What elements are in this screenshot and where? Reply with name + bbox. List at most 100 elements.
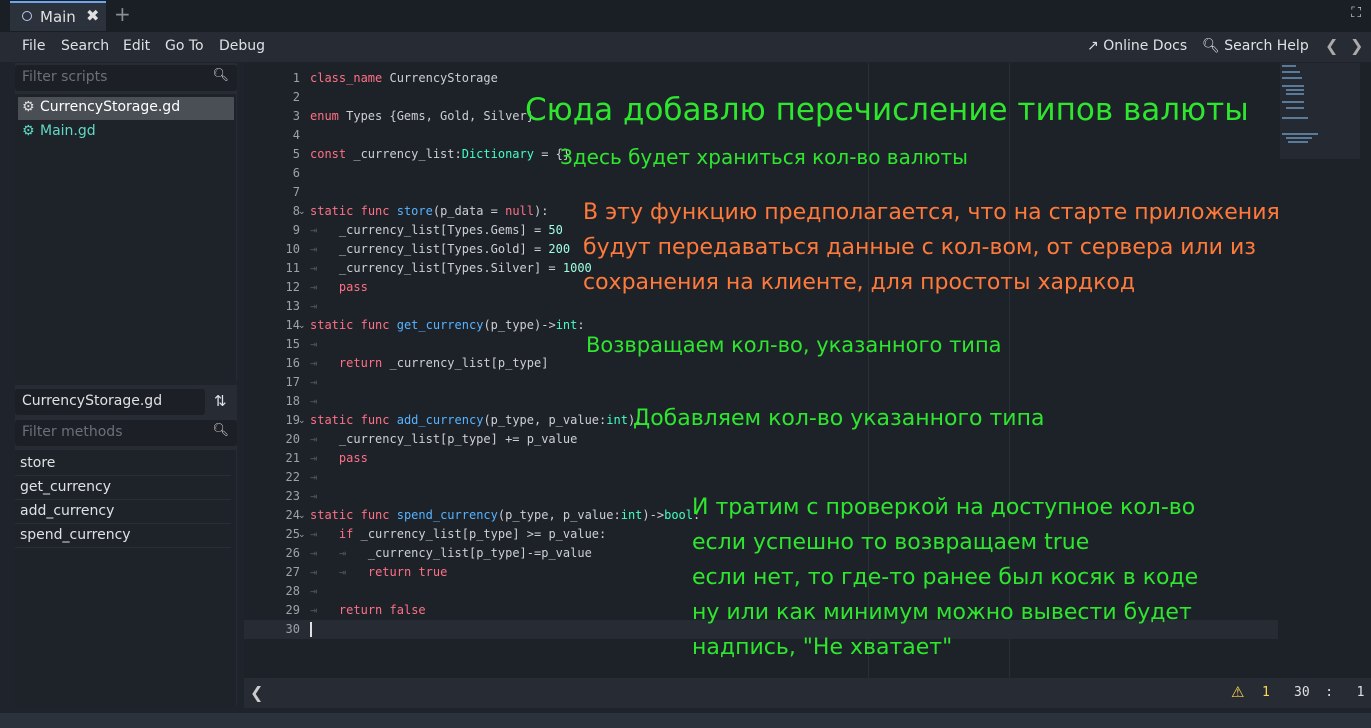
annotation-add-currency: Добавляем кол-во указанного типа — [633, 406, 1045, 431]
fold-arrow-icon[interactable]: ⌄ — [298, 207, 306, 217]
minimap-line — [1286, 93, 1304, 95]
code-line[interactable]: ⇥ — [310, 489, 317, 503]
sort-icon[interactable]: ⇅ — [214, 392, 227, 410]
code-line[interactable]: ⇥ _currency_list[Types.Silver] = 1000 — [310, 261, 592, 275]
minimap-line — [1282, 77, 1302, 79]
history-forward-icon[interactable]: ❯ — [1350, 36, 1363, 55]
line-number: 16 — [285, 356, 300, 370]
line-number: 14 — [285, 318, 300, 332]
menu-debug[interactable]: Debug — [219, 38, 265, 54]
line-number: 8 — [292, 204, 300, 218]
script-item-currencystorage[interactable]: ⚙ CurrencyStorage.gd — [18, 97, 234, 120]
warning-icon[interactable]: ⚠ — [1231, 683, 1244, 701]
code-line[interactable]: ⇥ pass — [310, 451, 368, 465]
fullscreen-icon[interactable]: ⛶ — [1351, 5, 1361, 21]
add-tab-button[interactable]: + — [114, 2, 131, 26]
minimap-line — [1282, 65, 1296, 67]
line-number: 28 — [285, 584, 300, 598]
method-item[interactable]: store — [15, 452, 231, 476]
gear-icon: ⚙ — [22, 123, 35, 139]
method-label: spend_currency — [20, 527, 131, 543]
line-number: 13 — [285, 299, 300, 313]
code-line[interactable]: ⇥ _currency_list[Types.Gems] = 50 — [310, 223, 563, 237]
line-number: 2 — [292, 90, 300, 104]
filter-scripts-placeholder: Filter scripts — [22, 69, 108, 85]
code-line[interactable]: ⇥ return _currency_list[p_type] — [310, 356, 548, 370]
menu-file[interactable]: File — [22, 38, 45, 54]
fold-arrow-icon[interactable]: ⌄ — [298, 530, 306, 540]
code-line[interactable]: ⇥ ⇥ _currency_list[p_type]-=p_value — [310, 546, 592, 560]
code-line[interactable]: static func store(p_data = null): — [310, 204, 548, 218]
tab-bar: Main ✖ + ⛶ — [0, 0, 1371, 32]
tab-main[interactable]: Main ✖ — [10, 1, 106, 31]
line-number: 7 — [292, 185, 300, 199]
method-item[interactable]: spend_currency — [15, 524, 231, 548]
line-number: 6 — [292, 166, 300, 180]
warning-count[interactable]: 1 — [1262, 685, 1270, 700]
current-file-name: CurrencyStorage.gd — [22, 393, 163, 409]
code-line[interactable]: ⇥ ⇥ return true — [310, 565, 447, 579]
toggle-scripts-panel-icon[interactable]: ❮ — [250, 683, 263, 702]
history-back-icon[interactable]: ❮ — [1325, 36, 1338, 55]
script-label: CurrencyStorage.gd — [40, 99, 181, 115]
code-line[interactable]: static func spend_currency(p_type, p_val… — [310, 508, 700, 522]
minimap-line — [1282, 101, 1304, 103]
code-line[interactable]: enum Types {Gems, Gold, Silver} — [310, 109, 534, 123]
search-help-button[interactable]: 🔍︎ Search Help — [1202, 38, 1309, 54]
line-number: 10 — [285, 242, 300, 256]
filter-methods-input[interactable]: Filter methods 🔍︎ — [15, 420, 237, 446]
fold-arrow-icon[interactable]: ⌄ — [298, 416, 306, 426]
menu-edit[interactable]: Edit — [123, 38, 150, 54]
line-number: 21 — [285, 451, 300, 465]
script-item-main[interactable]: ⚙ Main.gd — [18, 121, 234, 144]
line-number: 22 — [285, 470, 300, 484]
line-number: 4 — [292, 128, 300, 142]
code-line[interactable]: ⇥ — [310, 394, 317, 408]
line-number: 5 — [292, 147, 300, 161]
minimap-line — [1282, 117, 1308, 119]
code-line[interactable]: class_name CurrencyStorage — [310, 71, 498, 85]
help-search-icon: 🔍︎ — [1202, 38, 1220, 54]
code-line[interactable]: ⇥ — [310, 470, 317, 484]
search-icon: 🔍︎ — [212, 68, 229, 83]
line-number: 9 — [292, 223, 300, 237]
menu-search[interactable]: Search — [61, 38, 109, 54]
code-line[interactable]: ⇥ — [310, 337, 317, 351]
line-number: 19 — [285, 413, 300, 427]
code-line[interactable]: ⇥ — [310, 375, 317, 389]
line-number: 17 — [285, 375, 300, 389]
method-label: add_currency — [20, 503, 115, 519]
online-docs-button[interactable]: ↗ Online Docs — [1087, 38, 1187, 54]
cursor-position: 30 : 1 — [1294, 685, 1365, 700]
code-line[interactable]: ⇥ _currency_list[p_type] += p_value — [310, 432, 577, 446]
cursor-column: 1 — [1356, 685, 1365, 700]
code-line[interactable]: static func get_currency(p_type)->int: — [310, 318, 585, 332]
annotation-enum: Сюда добавлю перечисление типов валюты — [525, 92, 1249, 128]
fold-arrow-icon[interactable]: ⌄ — [298, 511, 306, 521]
search-icon: 🔍︎ — [212, 423, 229, 438]
minimap-line — [1286, 137, 1312, 139]
fold-arrow-icon[interactable]: ⌄ — [298, 321, 306, 331]
code-line[interactable]: ⇥ pass — [310, 280, 368, 294]
minimap-line — [1282, 71, 1300, 73]
current-file-label: CurrencyStorage.gd — [15, 389, 205, 415]
code-line[interactable]: ⇥ _currency_list[Types.Gold] = 200 — [310, 242, 570, 256]
code-line[interactable]: ⇥ if _currency_list[p_type] >= p_value: — [310, 527, 606, 541]
code-line[interactable]: const _currency_list:Dictionary = {} — [310, 147, 570, 161]
method-item[interactable]: add_currency — [15, 500, 231, 524]
tab-close-button[interactable]: ✖ — [86, 6, 99, 25]
menu-goto[interactable]: Go To — [165, 38, 204, 54]
method-item[interactable]: get_currency — [15, 476, 231, 500]
script-label: Main.gd — [40, 123, 96, 139]
annotation-get-currency: Возвращаем кол-во, указанного типа — [586, 333, 1002, 357]
filter-scripts-input[interactable]: Filter scripts 🔍︎ — [15, 65, 237, 91]
line-number: 15 — [285, 337, 300, 351]
line-number: 18 — [285, 394, 300, 408]
code-line[interactable]: static func add_currency(p_type, p_value… — [310, 413, 642, 427]
line-number: 27 — [285, 565, 300, 579]
code-line[interactable]: ⇥ — [310, 299, 317, 313]
code-line[interactable]: ⇥ — [310, 584, 317, 598]
script-list: ⚙ CurrencyStorage.gd ⚙ Main.gd — [15, 94, 236, 381]
code-line[interactable]: ⇥ return false — [310, 603, 426, 617]
minimap[interactable] — [1280, 63, 1360, 159]
